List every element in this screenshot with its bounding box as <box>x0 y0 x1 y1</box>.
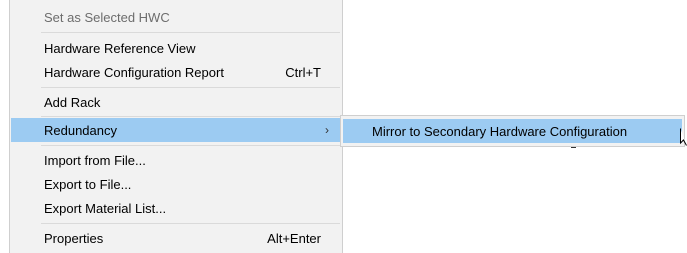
menu-separator <box>41 32 340 33</box>
chevron-right-icon: › <box>325 123 329 137</box>
menu-item-properties[interactable]: Properties Alt+Enter <box>11 226 341 250</box>
menu-item-label: Add Rack <box>44 94 101 110</box>
menu-item-set-as-selected-hwc[interactable]: Set as Selected HWC <box>11 5 341 29</box>
mouse-pointer-icon <box>680 128 687 146</box>
menu-item-hardware-reference-view[interactable]: Hardware Reference View <box>11 36 341 60</box>
menu-item-export-to-file[interactable]: Export to File... <box>11 172 341 196</box>
menu-item-shortcut: Ctrl+T <box>285 64 321 80</box>
menu-item-label: Hardware Configuration Report <box>44 64 224 80</box>
redundancy-submenu: Mirror to Secondary Hardware Configurati… <box>340 115 685 147</box>
menu-item-hardware-configuration-report[interactable]: Hardware Configuration Report Ctrl+T <box>11 60 341 84</box>
menu-item-redundancy[interactable]: Redundancy › <box>11 118 341 142</box>
menu-separator <box>41 223 340 224</box>
menu-item-shortcut: Alt+Enter <box>267 230 321 246</box>
menu-item-label: Properties <box>44 230 104 246</box>
menu-item-export-material-list[interactable]: Export Material List... <box>11 196 341 220</box>
context-menu: Set as Selected HWC Hardware Reference V… <box>9 0 343 253</box>
menu-separator <box>41 145 340 146</box>
menu-separator <box>41 116 340 117</box>
menu-item-label: Redundancy <box>44 122 117 138</box>
menu-item-import-from-file[interactable]: Import from File... <box>11 148 341 172</box>
submenu-item-label: Mirror to Secondary Hardware Configurati… <box>372 123 628 139</box>
menu-separator <box>41 87 340 88</box>
menu-item-add-rack[interactable]: Add Rack <box>11 90 341 114</box>
menu-item-label: Export Material List... <box>44 200 167 216</box>
submenu-item-mirror-to-secondary[interactable]: Mirror to Secondary Hardware Configurati… <box>343 119 682 143</box>
menu-item-label: Hardware Reference View <box>44 40 196 56</box>
menu-item-label: Import from File... <box>44 152 146 168</box>
menu-item-label: Export to File... <box>44 176 132 192</box>
menu-item-label: Set as Selected HWC <box>44 9 170 25</box>
